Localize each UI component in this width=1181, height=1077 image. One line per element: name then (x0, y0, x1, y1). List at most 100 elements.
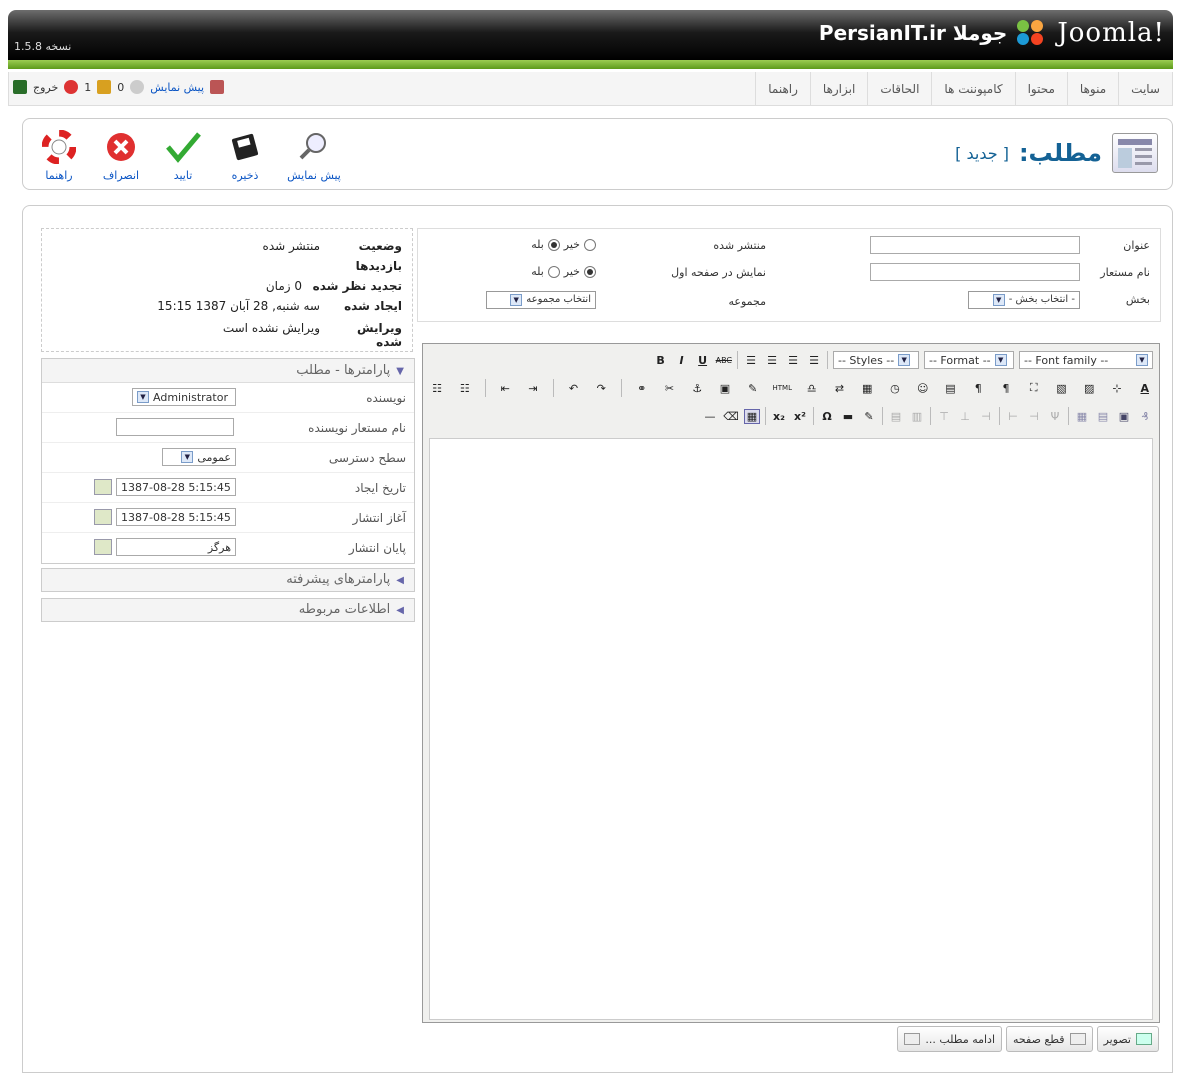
underline-icon[interactable]: U (695, 354, 711, 367)
align-left-icon[interactable]: ☰ (743, 354, 759, 367)
apply-button[interactable]: تایید (155, 129, 211, 182)
undo-icon[interactable]: ↶ (566, 382, 582, 395)
author-select[interactable]: Administrator ▼ (132, 388, 236, 406)
preview-link[interactable]: پیش نمایش (150, 81, 204, 94)
preview-icon[interactable] (210, 80, 225, 94)
menu-site[interactable]: سایت (1118, 72, 1172, 106)
cancel-button[interactable]: انصراف (93, 129, 149, 182)
outdent-icon[interactable]: ⇤ (497, 382, 513, 395)
cancel-icon (103, 129, 139, 165)
title-input[interactable] (870, 236, 1080, 254)
menu-help[interactable]: راهنما (755, 72, 810, 106)
menu-menus[interactable]: منوها (1066, 72, 1118, 106)
table-icon[interactable]: ▣ (1116, 410, 1132, 423)
calendar-icon[interactable] (94, 509, 112, 525)
calendar-icon[interactable] (94, 479, 112, 495)
redo-icon[interactable]: ↷ (593, 382, 609, 395)
font-family-select[interactable]: -- Font family -- ▼ (1019, 351, 1153, 369)
save-button[interactable]: ذخیره (217, 129, 273, 182)
menu-tools[interactable]: ابزارها (809, 72, 867, 106)
emoticon-icon[interactable]: ☺ (915, 382, 931, 395)
section-select[interactable]: - انتخاب بخش - ▼ (968, 291, 1080, 309)
fullscreen-icon[interactable]: ⛶ (1026, 381, 1042, 395)
image-button[interactable]: تصویر (1096, 1026, 1159, 1052)
chevron-down-icon: ▼ (994, 354, 1007, 366)
published-no-radio[interactable] (584, 238, 596, 251)
menu-components[interactable]: کامپوننت ها (931, 72, 1014, 106)
params-pane-header[interactable]: ▼ پارامترها - مطلب (42, 359, 414, 383)
frontpage-no-radio[interactable] (584, 265, 596, 278)
ltr-icon[interactable]: ¶ (970, 382, 986, 395)
advanced-params-pane[interactable]: ◀ پارامترهای پیشرفته (41, 568, 415, 592)
html-icon[interactable]: HTML (773, 384, 792, 392)
menu-content[interactable]: محتوا (1014, 72, 1067, 106)
text-color-icon[interactable]: A (1137, 382, 1153, 395)
insert-date-icon[interactable]: ▦ (859, 382, 875, 395)
alias-input[interactable] (870, 263, 1080, 281)
horizontal-rule-icon[interactable]: — (702, 410, 718, 423)
strikethrough-icon[interactable]: ABC (716, 356, 732, 365)
logout-icon[interactable] (13, 80, 27, 94)
italic-icon[interactable]: I (674, 354, 690, 367)
publish-down-input[interactable]: هرگز (116, 538, 236, 556)
insert-time-icon[interactable]: ◷ (887, 382, 903, 395)
unlink-icon[interactable]: ✂ (662, 382, 678, 395)
align-right-icon[interactable]: ☰ (785, 354, 801, 367)
row-before-icon[interactable]: ⊤ (936, 410, 952, 423)
readmore-icon (904, 1033, 921, 1045)
special-char-icon[interactable]: Ω (819, 410, 835, 423)
cleanup-icon[interactable]: ✎ (745, 382, 761, 395)
anchor-icon[interactable]: ⚓ (689, 382, 705, 395)
calendar-icon[interactable] (94, 539, 112, 555)
select-all-icon[interactable]: ⊹ (1109, 382, 1125, 395)
media-icon[interactable]: ▤ (942, 382, 958, 395)
frontpage-yes-radio[interactable] (547, 265, 560, 278)
replace-icon[interactable]: ⇄ (831, 382, 847, 395)
bullet-list-icon[interactable]: ☷ (429, 382, 445, 395)
align-center-icon[interactable]: ☰ (764, 354, 780, 367)
menu-extensions[interactable]: الحاقات (867, 72, 931, 106)
logout-link[interactable]: خروج (33, 81, 58, 94)
align-justify-icon[interactable]: ☰ (806, 354, 822, 367)
split-cells-icon[interactable]: ▦ (1074, 410, 1090, 423)
category-select[interactable]: انتخاب مجموعه ▼ (486, 291, 596, 309)
link-icon[interactable]: ⚭ (634, 382, 650, 395)
readmore-button[interactable]: ادامه مطلب ... (897, 1026, 1003, 1052)
metadata-pane[interactable]: ◀ اطلاعات مربوطه (41, 598, 415, 622)
help-button[interactable]: راهنما (31, 129, 87, 182)
delete-col-icon[interactable]: Ψ (1047, 410, 1063, 423)
edit-icon[interactable]: ✎ (861, 410, 877, 423)
delete-row-icon[interactable]: ⊣ (978, 410, 994, 423)
rtl-icon[interactable]: ¶ (998, 382, 1014, 395)
preview-button[interactable]: پیش نمایش (279, 129, 349, 182)
find-icon[interactable]: ♎ (804, 382, 820, 395)
row-after-icon[interactable]: ⊥ (957, 410, 973, 423)
format-select[interactable]: -- Format -- ▼ (924, 351, 1014, 369)
table-cell-props-icon[interactable]: ▥ (909, 410, 925, 423)
merge-cells-icon[interactable]: ▤ (1095, 410, 1111, 423)
visual-aid-icon[interactable]: ▦ (744, 408, 760, 424)
insert-line-icon[interactable]: ▬ (840, 410, 856, 423)
paste-text-icon[interactable]: ▧ (1053, 382, 1069, 395)
access-select[interactable]: عمومی ▼ (162, 448, 236, 466)
superscript-icon[interactable]: x² (792, 410, 808, 423)
bold-icon[interactable]: B (653, 354, 669, 367)
published-yes-radio[interactable] (547, 238, 560, 251)
created-date-input[interactable]: 1387-08-28 5:15:45 (116, 478, 236, 496)
numbered-list-icon[interactable]: ☷ (457, 382, 473, 395)
table-row-props-icon[interactable]: ▤ (888, 410, 904, 423)
editor-content-area[interactable] (429, 438, 1153, 1020)
author-alias-input[interactable] (116, 418, 234, 436)
content-box: عنوان نام مستعار بخش - انتخاب بخش - ▼ من… (22, 205, 1173, 1073)
publish-up-input[interactable]: 1387-08-28 5:15:45 (116, 508, 236, 526)
col-before-icon[interactable]: ⊢ (1005, 410, 1021, 423)
indent-icon[interactable]: ⇥ (525, 382, 541, 395)
col-after-icon[interactable]: ⊣ (1026, 410, 1042, 423)
remove-format-icon[interactable]: ⌫ (723, 410, 739, 423)
styles-select[interactable]: -- Styles -- ▼ (833, 351, 919, 369)
pagebreak-button[interactable]: قطع صفحه (1006, 1026, 1093, 1052)
image-icon[interactable]: ▣ (717, 382, 733, 395)
visual-chars-icon[interactable]: ₰ (1137, 410, 1153, 423)
paste-word-icon[interactable]: ▨ (1081, 382, 1097, 395)
subscript-icon[interactable]: x₂ (771, 410, 787, 423)
